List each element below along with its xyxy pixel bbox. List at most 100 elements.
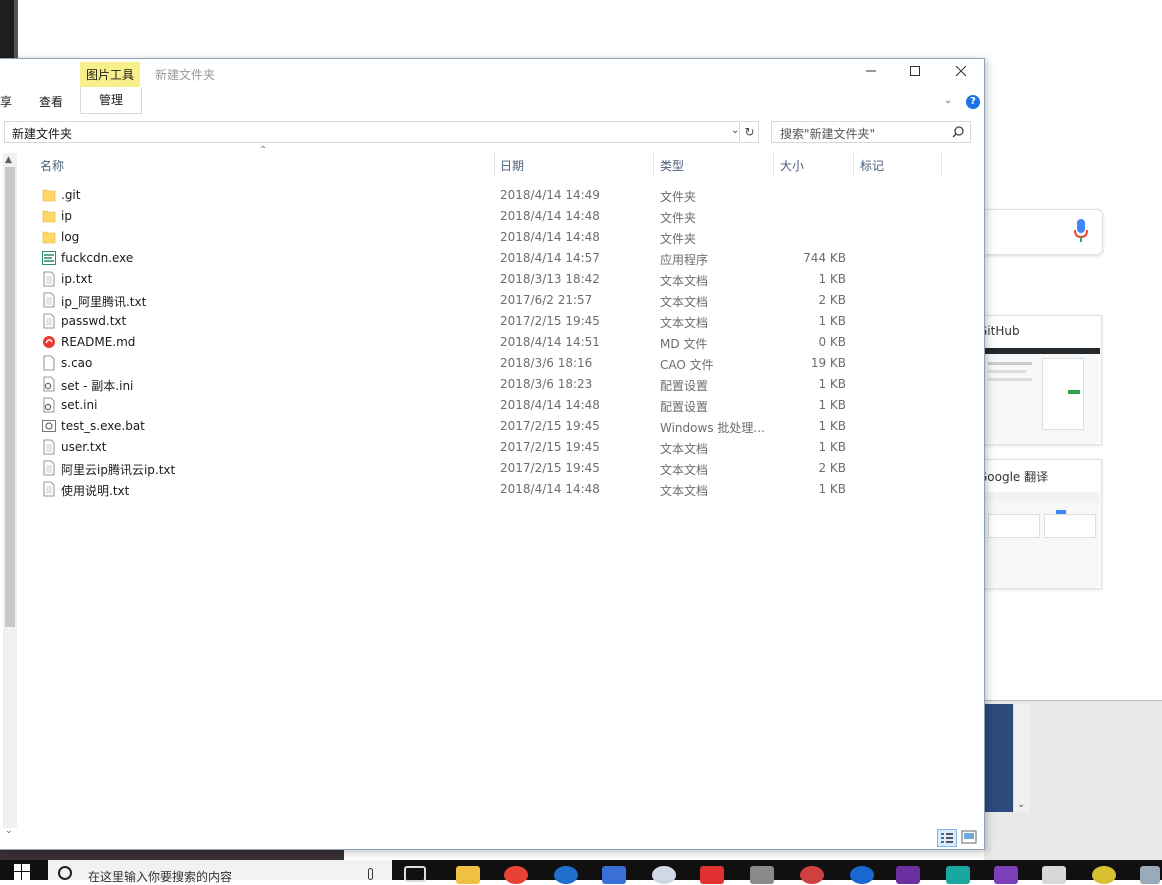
file-explorer-icon[interactable] (456, 866, 480, 884)
chevron-down-icon[interactable]: ⌄ (1017, 799, 1025, 810)
file-row[interactable]: ip 2018/4/14 14:48 文件夹 (0, 206, 984, 227)
file-type: 文件夹 (660, 232, 697, 246)
app-icon[interactable] (1092, 866, 1116, 884)
column-divider[interactable] (941, 151, 942, 177)
file-type: 文本文档 (660, 316, 709, 330)
file-row[interactable]: set.ini 2018/4/14 14:48 配置设置 1 KB (0, 395, 984, 416)
tile-thumbnail-github (984, 348, 1100, 443)
shortcut-tile-github[interactable]: GitHub (978, 315, 1102, 445)
text-file-icon (42, 481, 56, 497)
close-button[interactable] (938, 59, 984, 89)
browser-app-icon[interactable] (652, 866, 676, 884)
refresh-button[interactable]: ↻ (741, 121, 759, 143)
file-type: 文本文档 (660, 295, 709, 309)
file-size: 744 KB (803, 251, 846, 265)
maximize-button[interactable] (892, 59, 938, 89)
file-row[interactable]: 使用说明.txt 2018/4/14 14:48 文本文档 1 KB (0, 479, 984, 500)
column-header-date[interactable]: 日期 (500, 157, 524, 174)
microphone-icon[interactable] (368, 868, 373, 880)
file-size: 1 KB (818, 377, 846, 391)
taskbar-search-box[interactable]: 在这里输入你要搜索的内容 (48, 860, 392, 884)
help-icon[interactable]: ? (966, 95, 980, 109)
file-type: 配置设置 (660, 400, 709, 414)
column-divider[interactable] (853, 151, 854, 177)
file-size: 19 KB (810, 356, 846, 370)
file-date: 2017/2/15 19:45 (500, 314, 600, 328)
details-view-button[interactable] (937, 829, 957, 847)
ini-file-icon (42, 376, 56, 392)
tab-share[interactable]: 享 (0, 93, 12, 110)
phpstorm-icon[interactable] (896, 866, 920, 884)
file-row[interactable]: passwd.txt 2017/2/15 19:45 文本文档 1 KB (0, 311, 984, 332)
column-header-size[interactable]: 大小 (780, 157, 804, 174)
microphone-icon[interactable] (1074, 219, 1088, 243)
file-date: 2018/3/6 18:16 (500, 356, 593, 370)
column-header-name[interactable]: 名称 (40, 157, 64, 174)
address-path[interactable]: 新建文件夹 (12, 125, 72, 142)
file-size: 2 KB (818, 461, 846, 475)
file-row[interactable]: test_s.exe.bat 2017/2/15 19:45 Windows 批处理… (0, 416, 984, 437)
file-date: 2017/2/15 19:45 (500, 419, 600, 433)
app-icon[interactable] (1140, 866, 1160, 884)
windows-start-icon[interactable] (14, 864, 30, 880)
app-icon[interactable] (850, 866, 874, 884)
visual-studio-icon[interactable] (994, 866, 1018, 884)
file-name: test_s.exe.bat (61, 419, 145, 433)
file-type: Windows 批处理... (660, 421, 765, 435)
file-date: 2018/4/14 14:48 (500, 230, 600, 244)
security-app-icon[interactable] (602, 866, 626, 884)
column-header-type[interactable]: 类型 (660, 157, 684, 174)
file-type: CAO 文件 (660, 358, 714, 372)
file-row[interactable]: 阿里云ip腾讯云ip.txt 2017/2/15 19:45 文本文档 2 KB (0, 458, 984, 479)
file-type: 应用程序 (660, 253, 709, 267)
blank-file-icon (42, 355, 56, 371)
address-bar[interactable]: 新建文件夹 ⌄ (4, 121, 740, 143)
shortcut-tile-google-translate[interactable]: Google 翻译 (978, 459, 1102, 589)
file-row[interactable]: .git 2018/4/14 14:49 文件夹 (0, 185, 984, 206)
file-row[interactable]: log 2018/4/14 14:48 文件夹 (0, 227, 984, 248)
chrome-icon[interactable] (504, 866, 528, 884)
file-date: 2017/6/2 21:57 (500, 293, 593, 307)
app-icon[interactable] (700, 866, 724, 884)
chevron-down-icon[interactable]: ⌄ (731, 125, 739, 136)
search-icon[interactable] (952, 126, 964, 138)
file-type: 文本文档 (660, 463, 709, 477)
column-divider[interactable] (653, 151, 654, 177)
file-row[interactable]: user.txt 2017/2/15 19:45 文本文档 1 KB (0, 437, 984, 458)
refresh-icon: ↻ (744, 125, 755, 139)
picture-tools-tab[interactable]: 图片工具 (80, 62, 140, 90)
large-icons-view-icon[interactable] (961, 830, 977, 844)
search-input[interactable]: 搜索"新建文件夹" (771, 121, 971, 143)
app-icon[interactable] (750, 866, 774, 884)
file-row[interactable]: s.cao 2018/3/6 18:16 CAO 文件 19 KB (0, 353, 984, 374)
file-size: 0 KB (818, 335, 846, 349)
sort-ascending-icon: ⌃ (259, 145, 268, 156)
file-row[interactable]: ip_阿里腾讯.txt 2017/6/2 21:57 文本文档 2 KB (0, 290, 984, 311)
file-name: log (61, 230, 80, 244)
bat-file-icon (42, 418, 56, 434)
column-divider[interactable] (494, 151, 495, 177)
file-row[interactable]: set - 副本.ini 2018/3/6 18:23 配置设置 1 KB (0, 374, 984, 395)
background-scrollbar[interactable]: ⌄ (1013, 704, 1030, 812)
file-row[interactable]: ip.txt 2018/3/13 18:42 文本文档 1 KB (0, 269, 984, 290)
minimize-button[interactable] (848, 59, 894, 89)
column-header-tags[interactable]: 标记 (860, 157, 884, 174)
webstorm-icon[interactable] (946, 866, 970, 884)
file-name: set.ini (61, 398, 98, 412)
file-date: 2018/4/14 14:51 (500, 335, 600, 349)
folder-icon (42, 208, 56, 224)
chevron-down-icon[interactable]: ⌄ (944, 95, 952, 106)
tab-view[interactable]: 查看 (39, 93, 63, 110)
file-row[interactable]: README.md 2018/4/14 14:51 MD 文件 0 KB (0, 332, 984, 353)
edge-icon[interactable] (554, 866, 578, 884)
file-explorer-window: 图片工具 新建文件夹 享 查看 管理 ⌄ ? 新建文件夹 ⌄ ↻ 搜索"新建文件… (0, 58, 985, 850)
file-date: 2018/4/14 14:48 (500, 398, 600, 412)
app-icon[interactable] (800, 866, 824, 884)
search-icon (58, 866, 72, 880)
column-divider[interactable] (773, 151, 774, 177)
file-size: 2 KB (818, 293, 846, 307)
file-row[interactable]: fuckcdn.exe 2018/4/14 14:57 应用程序 744 KB (0, 248, 984, 269)
title-bar[interactable]: 图片工具 新建文件夹 (0, 59, 984, 90)
app-icon[interactable] (1042, 866, 1066, 884)
tab-manage[interactable]: 管理 (80, 87, 142, 114)
